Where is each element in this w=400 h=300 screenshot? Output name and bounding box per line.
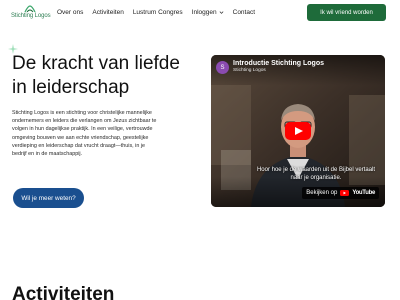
video-player[interactable]: S Introductie Stichting Logos Stichting … — [211, 55, 385, 207]
video-title[interactable]: Introductie Stichting Logos — [233, 60, 324, 67]
nav-item-over-ons[interactable]: Over ons — [57, 9, 83, 16]
video-channel: Stichting Logos — [233, 68, 266, 73]
play-icon[interactable] — [285, 122, 311, 140]
site-logo[interactable]: Stichting Logos — [11, 5, 51, 22]
video-subtitle: Hoor hoe je de waarden uit de Bijbel ver… — [256, 167, 376, 181]
nav-item-inloggen[interactable]: Inloggen — [192, 9, 224, 16]
main-nav: Over ons Activiteiten Lustrum Congres In… — [57, 9, 255, 16]
nav-item-activiteiten[interactable]: Activiteiten — [92, 9, 123, 16]
hero-description: Stichting Logos is een stichting voor ch… — [12, 110, 157, 158]
become-friend-button[interactable]: Ik wil vriend worden — [307, 4, 386, 21]
more-info-button[interactable]: Wil je meer weten? — [13, 188, 84, 208]
nav-item-lustrum-congres[interactable]: Lustrum Congres — [133, 9, 183, 16]
hero-title: De kracht van liefde in leiderschap — [12, 53, 180, 98]
youtube-wordmark: YouTube — [352, 190, 375, 196]
youtube-icon — [340, 190, 350, 196]
chevron-down-icon — [219, 11, 224, 14]
nav-item-contact[interactable]: Contact — [233, 9, 255, 16]
watch-on-youtube-link[interactable]: Bekijken op YouTube — [302, 187, 379, 199]
site-header: Stichting Logos Over ons Activiteiten Lu… — [0, 0, 400, 26]
watch-on-label: Bekijken op — [306, 190, 338, 196]
section-title-activiteiten: Activiteiten — [12, 284, 115, 300]
logo-mark-icon — [24, 5, 36, 13]
channel-avatar[interactable]: S — [216, 61, 229, 74]
nav-item-inloggen-label: Inloggen — [191, 9, 217, 16]
logo-text: Stichting Logos — [11, 13, 51, 19]
